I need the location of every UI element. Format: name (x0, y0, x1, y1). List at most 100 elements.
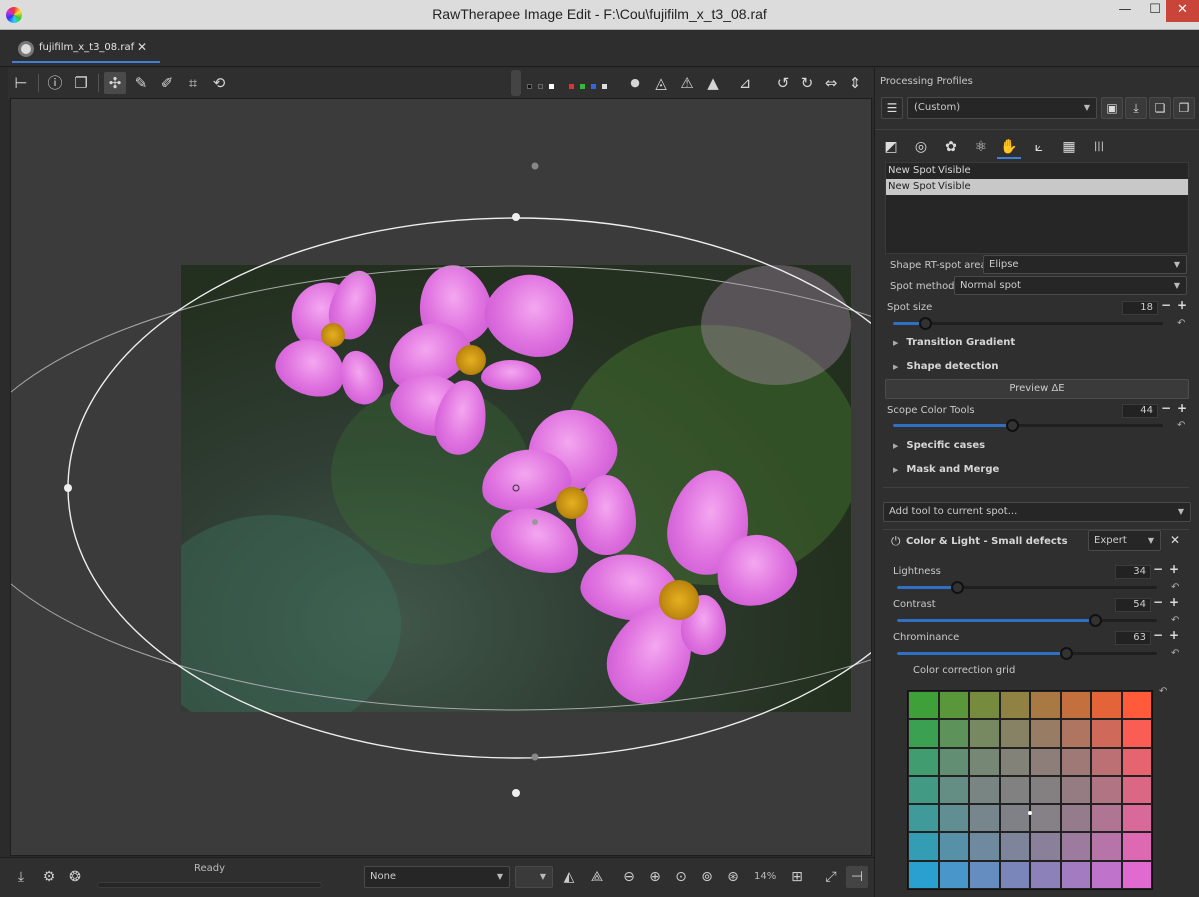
grid-cell[interactable] (1091, 775, 1122, 805)
new-detail-window-icon[interactable]: ⊞ (786, 866, 808, 888)
contrast-slider[interactable] (897, 614, 1157, 627)
grid-cell[interactable] (1060, 719, 1091, 748)
image-canvas[interactable] (10, 98, 872, 856)
grid-cell[interactable] (908, 804, 939, 833)
local-adjustments-tab-icon[interactable]: ✋ (997, 135, 1021, 159)
lightness-value[interactable]: 34 (1115, 565, 1151, 579)
fullscreen-icon[interactable]: ⤢ (820, 866, 842, 888)
method-select[interactable]: Normal spot ▼ (954, 276, 1187, 295)
grid-cell[interactable] (938, 691, 969, 720)
white-balance-picker-icon[interactable]: ✎ (130, 72, 152, 94)
grid-cell[interactable] (1121, 775, 1152, 805)
grid-cell[interactable] (969, 691, 1000, 720)
queue-icon[interactable]: ⚙ (38, 866, 60, 888)
grid-cell[interactable] (1121, 804, 1152, 833)
grid-cell[interactable] (1121, 832, 1152, 861)
zoom-100-icon[interactable]: ⊛ (722, 866, 744, 888)
zoom-in-icon[interactable]: ⊕ (644, 866, 666, 888)
grid-cell[interactable] (908, 832, 939, 861)
grid-cell[interactable] (1121, 747, 1152, 776)
shape-detection-expander[interactable]: ▶ Shape detection (893, 361, 999, 372)
open-profile-icon[interactable]: ▣ (1101, 97, 1123, 119)
shape-select[interactable]: Elipse ▼ (983, 255, 1187, 274)
contrast-value[interactable]: 54 (1115, 598, 1151, 612)
preview-green-channel-icon[interactable] (580, 84, 585, 89)
add-tool-select[interactable]: Add tool to current spot... ▼ (883, 502, 1191, 522)
metadata-tab-icon[interactable]: ||| (1087, 135, 1111, 159)
grid-cell[interactable] (1060, 832, 1091, 861)
flip-vertical-icon[interactable]: ⇕ (844, 72, 866, 94)
highlight-warning-icon[interactable]: ⚠ (676, 72, 698, 94)
grid-cell[interactable] (1091, 719, 1122, 748)
grid-cell[interactable] (1091, 691, 1122, 720)
chrominance-slider[interactable] (897, 647, 1157, 660)
exposure-tab-icon[interactable]: ◩ (879, 135, 903, 159)
grid-cell[interactable] (999, 719, 1030, 748)
close-tool-icon[interactable]: ✕ (1170, 533, 1180, 547)
preview-white-icon[interactable] (549, 84, 554, 89)
ellipse-top-handle[interactable] (512, 213, 520, 221)
grid-cell[interactable] (938, 719, 969, 748)
advanced-tab-icon[interactable]: ⚛ (969, 135, 993, 159)
grid-cell[interactable] (969, 775, 1000, 805)
spot-overlay[interactable] (11, 99, 872, 856)
grid-cell[interactable] (908, 691, 939, 720)
reset-icon[interactable]: ↶ (1171, 615, 1179, 626)
histogram-icon[interactable]: ⊿ (734, 72, 756, 94)
compare-icon[interactable]: ⟁ (586, 866, 608, 888)
ellipse-left-handle[interactable] (64, 484, 72, 492)
grid-cell[interactable] (908, 719, 939, 748)
grid-cell[interactable] (1121, 860, 1152, 889)
mask-and-merge-expander[interactable]: ▶ Mask and Merge (893, 464, 999, 475)
scope-slider[interactable] (893, 419, 1163, 432)
chrominance-value[interactable]: 63 (1115, 631, 1151, 645)
reset-icon[interactable]: ↶ (1159, 686, 1167, 697)
grid-cell[interactable] (1060, 775, 1091, 805)
grid-cell[interactable] (1030, 860, 1061, 889)
slider-knob[interactable] (919, 317, 933, 330)
before-after-icon[interactable]: ❐ (70, 72, 92, 94)
preview-delta-e-button[interactable]: Preview ΔE (885, 379, 1189, 399)
profile-list-icon[interactable]: ☰ (881, 97, 903, 119)
grid-cell[interactable] (969, 719, 1000, 748)
close-window-button[interactable]: ✕ (1166, 0, 1199, 22)
slider-knob[interactable] (950, 581, 964, 594)
shadow-warning-icon[interactable]: ▲ (702, 72, 724, 94)
edit-external-icon[interactable]: ❂ (64, 866, 86, 888)
rotate-left-icon[interactable]: ↺ (772, 72, 794, 94)
grid-cell[interactable] (1060, 747, 1091, 776)
color-picker-icon[interactable]: ✐ (156, 72, 178, 94)
reset-icon[interactable]: ↶ (1171, 648, 1179, 659)
grid-cell[interactable] (1091, 747, 1122, 776)
slider-knob[interactable] (1060, 647, 1073, 660)
hide-right-panel-icon[interactable]: ⊣ (846, 866, 868, 888)
raw-tab-icon[interactable]: ▦ (1057, 135, 1081, 159)
grid-cell[interactable] (1030, 719, 1061, 748)
rotate-right-icon[interactable]: ↻ (796, 72, 818, 94)
grid-cell[interactable] (938, 860, 969, 889)
grid-cell[interactable] (938, 804, 969, 833)
contrast-increment[interactable]: + (1169, 595, 1179, 609)
contrast-decrement[interactable]: − (1153, 595, 1163, 609)
flip-horizontal-icon[interactable]: ⇔ (820, 72, 842, 94)
close-tab-icon[interactable]: ✕ (137, 40, 147, 54)
hand-tool-icon[interactable]: ✣ (104, 72, 126, 94)
lightness-slider[interactable] (897, 581, 1157, 594)
spot-center-handle[interactable] (512, 484, 520, 492)
specific-cases-expander[interactable]: ▶ Specific cases (893, 440, 985, 451)
details-tab-icon[interactable]: ◎ (909, 135, 933, 159)
minimize-button[interactable]: — (1110, 0, 1140, 22)
lightness-decrement[interactable]: − (1153, 562, 1163, 576)
grid-cell[interactable] (1091, 832, 1122, 861)
reset-icon[interactable]: ↶ (1171, 582, 1179, 593)
color-tab-icon[interactable]: ✿ (939, 135, 963, 159)
grid-cell[interactable] (969, 804, 1000, 833)
spot-list-row[interactable]: New Spot Visible (886, 179, 1188, 195)
slider-knob[interactable] (1088, 614, 1102, 627)
chrominance-decrement[interactable]: − (1153, 628, 1163, 642)
preview-blue-channel-icon[interactable] (591, 84, 596, 89)
grid-cell[interactable] (1121, 719, 1152, 748)
lock-icon[interactable] (511, 70, 521, 96)
stage-select[interactable]: ▼ (515, 866, 553, 888)
file-tab[interactable]: fujifilm_x_t3_08.raf ✕ (12, 37, 160, 63)
